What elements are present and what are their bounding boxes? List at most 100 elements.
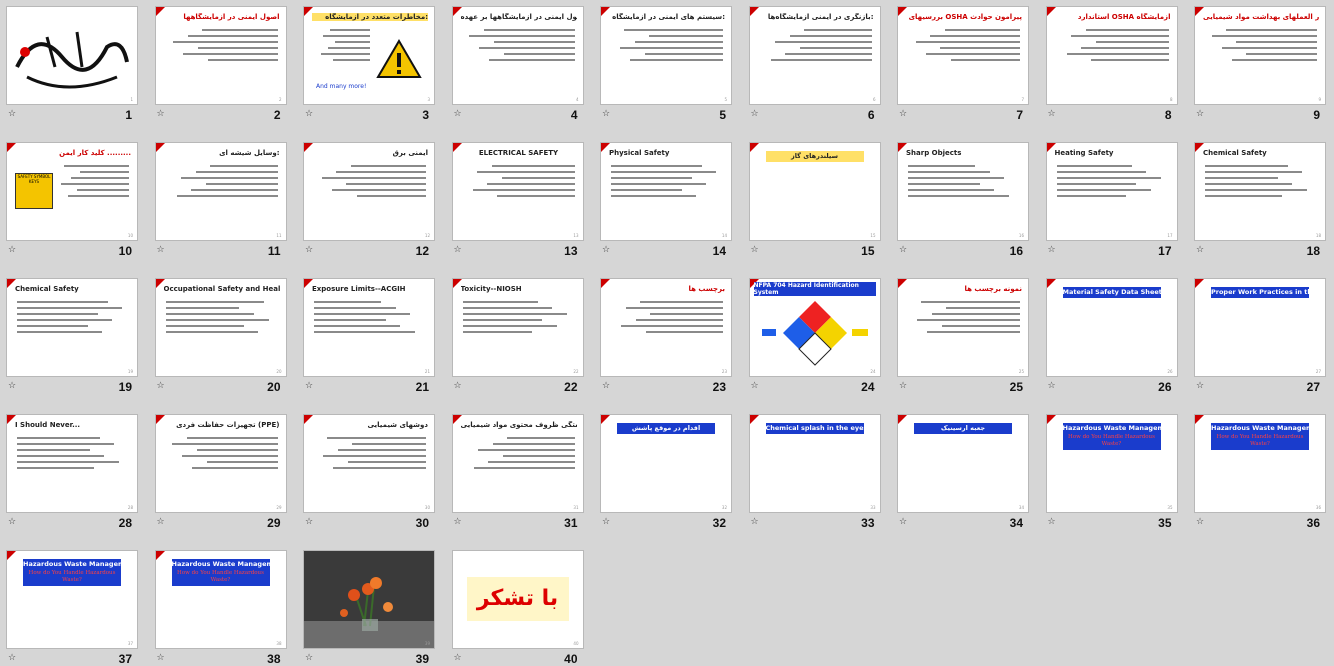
star-icon[interactable]: ☆ bbox=[305, 110, 314, 119]
star-icon[interactable]: ☆ bbox=[157, 518, 166, 527]
slide-thumbnail-cell[interactable]: Heating Safety 17 ☆ 17 bbox=[1042, 138, 1178, 258]
slide-thumbnail[interactable]: Sharp Objects 16 bbox=[897, 142, 1029, 241]
star-icon[interactable]: ☆ bbox=[602, 110, 611, 119]
slide-thumbnail[interactable]: ELECTRICAL SAFETY 13 bbox=[451, 142, 584, 241]
slide-thumbnail-cell[interactable]: دستور العملهای بهداشت مواد شیمیایی 9 ☆ 9 bbox=[1190, 2, 1326, 122]
slide-thumbnail-cell[interactable]: سیستم های ایمنی در آزمایشگاه: 5 ☆ 5 bbox=[596, 2, 732, 122]
slide-thumbnail-cell[interactable]: Sharp Objects 16 ☆ 16 bbox=[893, 138, 1029, 258]
star-icon[interactable]: ☆ bbox=[454, 110, 463, 119]
slide-thumbnail-cell[interactable]: کلید کار ایمن ......... SAFETY SYMBOL KEY… bbox=[2, 138, 138, 258]
slide-thumbnail[interactable]: مخاطرات متعدد در آزمایشگاه: And many more… bbox=[303, 6, 435, 105]
slide-thumbnail-cell[interactable]: استاندارد OSHA آزمایشگاه 8 ☆ 8 bbox=[1042, 2, 1178, 122]
star-icon[interactable]: ☆ bbox=[305, 654, 314, 663]
star-icon[interactable]: ☆ bbox=[1196, 518, 1205, 527]
slide-thumbnail-cell[interactable]: I Should Never... 28 ☆ 28 bbox=[2, 410, 138, 530]
star-icon[interactable]: ☆ bbox=[454, 382, 463, 391]
slide-thumbnail[interactable]: کلید کار ایمن ......... SAFETY SYMBOL KEY… bbox=[6, 142, 138, 241]
slide-thumbnail[interactable]: Exposure Limits--ACGIH 21 bbox=[303, 278, 435, 377]
slide-thumbnail-cell[interactable]: Chemical splash in the eyes! 33 ☆ 33 bbox=[745, 410, 881, 530]
slide-thumbnail[interactable]: سیستم های ایمنی در آزمایشگاه: 5 bbox=[600, 6, 732, 105]
star-icon[interactable]: ☆ bbox=[899, 110, 908, 119]
slide-thumbnail[interactable]: برچسب ها 23 bbox=[600, 278, 732, 377]
slide-thumbnail[interactable]: Heating Safety 17 bbox=[1045, 142, 1178, 241]
slide-thumbnail-cell[interactable]: 1 ☆ 1 bbox=[2, 2, 138, 122]
slide-thumbnail[interactable]: I Should Never... 28 bbox=[6, 414, 138, 513]
star-icon[interactable]: ☆ bbox=[751, 382, 760, 391]
star-icon[interactable]: ☆ bbox=[305, 518, 314, 527]
slide-thumbnail[interactable]: جعبه ارسینیک 34 bbox=[897, 414, 1029, 513]
slide-thumbnail[interactable]: Hazardous Waste ManagementHow do You Han… bbox=[154, 550, 287, 649]
slide-thumbnail[interactable]: Occupational Safety and Health Administr… bbox=[154, 278, 287, 377]
star-icon[interactable]: ☆ bbox=[157, 110, 166, 119]
slide-thumbnail[interactable]: تجهیزات حفاظت فردی (PPE) 29 bbox=[154, 414, 287, 513]
slide-thumbnail[interactable]: رعایت اصول ایمنی در آزمایشگاهها بر عهده 4 bbox=[451, 6, 584, 105]
slide-thumbnail-cell[interactable]: راهنمای ایمنی در موارد ریختن و یا شکستگی… bbox=[448, 410, 584, 530]
slide-thumbnail-cell[interactable]: Exposure Limits--ACGIH 21 ☆ 21 bbox=[299, 274, 435, 394]
slide-thumbnail[interactable]: سیلندرهای گاز 15 bbox=[748, 142, 881, 241]
slide-thumbnail-cell[interactable]: دوشهای شیمیایی 30 ☆ 30 bbox=[299, 410, 435, 530]
star-icon[interactable]: ☆ bbox=[1048, 382, 1057, 391]
star-icon[interactable]: ☆ bbox=[751, 246, 760, 255]
slide-thumbnail[interactable]: Hazardous Waste ManagementHow do You Han… bbox=[1194, 414, 1326, 513]
slide-thumbnail-cell[interactable]: ایمنی برق 12 ☆ 12 bbox=[299, 138, 435, 258]
slide-thumbnail-cell[interactable]: وسایل شیشه ای: 11 ☆ 11 bbox=[151, 138, 287, 258]
slide-thumbnail[interactable]: Chemical splash in the eyes! 33 bbox=[748, 414, 881, 513]
slide-thumbnail[interactable]: اقدام در موقع پاشش 32 bbox=[600, 414, 732, 513]
star-icon[interactable]: ☆ bbox=[157, 246, 166, 255]
slide-thumbnail[interactable]: وسایل شیشه ای: 11 bbox=[154, 142, 287, 241]
slide-thumbnail-cell[interactable]: اصول ایمنی در آزمایشگاهها 2 ☆ 2 bbox=[151, 2, 287, 122]
slide-thumbnail[interactable]: Physical Safety 14 bbox=[600, 142, 732, 241]
star-icon[interactable]: ☆ bbox=[751, 518, 760, 527]
slide-thumbnail[interactable]: Hazardous Waste ManagementHow do You Han… bbox=[6, 550, 138, 649]
slide-thumbnail-cell[interactable]: Chemical Safety 19 ☆ 19 bbox=[2, 274, 138, 394]
slide-thumbnail-cell[interactable]: نمونه برچسب ها 25 ☆ 25 bbox=[893, 274, 1029, 394]
star-icon[interactable]: ☆ bbox=[899, 246, 908, 255]
slide-thumbnail-cell[interactable]: جعبه ارسینیک 34 ☆ 34 bbox=[893, 410, 1029, 530]
slide-thumbnail[interactable]: اصول ایمنی در آزمایشگاهها 2 bbox=[154, 6, 287, 105]
slide-thumbnail[interactable]: 39 bbox=[303, 550, 435, 649]
slide-thumbnail[interactable]: راهنمای ایمنی در موارد ریختن و یا شکستگی… bbox=[451, 414, 584, 513]
slide-thumbnail[interactable]: با تشکر 40 bbox=[451, 550, 584, 649]
slide-thumbnail-cell[interactable]: Material Safety Data Sheets 26 ☆ 26 bbox=[1042, 274, 1178, 394]
slide-thumbnail[interactable]: دستور العملهای بهداشت مواد شیمیایی 9 bbox=[1194, 6, 1326, 105]
slide-thumbnail-cell[interactable]: NFPA 704 Hazard Identification System 24 ☆… bbox=[745, 274, 881, 394]
slide-thumbnail[interactable]: Chemical Safety 19 bbox=[6, 278, 138, 377]
star-icon[interactable]: ☆ bbox=[602, 382, 611, 391]
slide-thumbnail-cell[interactable]: رعایت اصول ایمنی در آزمایشگاهها بر عهده 4… bbox=[448, 2, 584, 122]
slide-thumbnail[interactable]: 1 bbox=[6, 6, 138, 105]
slide-thumbnail-cell[interactable]: اقدام در موقع پاشش 32 ☆ 32 bbox=[596, 410, 732, 530]
slide-thumbnail-cell[interactable]: بررسیهای OSHA پیرامون حوادث 7 ☆ 7 bbox=[893, 2, 1029, 122]
slide-thumbnail-cell[interactable]: Hazardous Waste ManagementHow do You Han… bbox=[1042, 410, 1178, 530]
star-icon[interactable]: ☆ bbox=[751, 110, 760, 119]
star-icon[interactable]: ☆ bbox=[157, 654, 166, 663]
star-icon[interactable]: ☆ bbox=[1196, 246, 1205, 255]
star-icon[interactable]: ☆ bbox=[1048, 246, 1057, 255]
star-icon[interactable]: ☆ bbox=[305, 382, 314, 391]
star-icon[interactable]: ☆ bbox=[157, 382, 166, 391]
slide-thumbnail[interactable]: استاندارد OSHA آزمایشگاه 8 bbox=[1045, 6, 1178, 105]
slide-thumbnail[interactable]: NFPA 704 Hazard Identification System 24 bbox=[748, 278, 881, 377]
star-icon[interactable]: ☆ bbox=[454, 518, 463, 527]
slide-thumbnail[interactable]: ایمنی برق 12 bbox=[303, 142, 435, 241]
star-icon[interactable]: ☆ bbox=[305, 246, 314, 255]
slide-thumbnail-cell[interactable]: تجهیزات حفاظت فردی (PPE) 29 ☆ 29 bbox=[151, 410, 287, 530]
slide-thumbnail-cell[interactable]: Chemical Safety 18 ☆ 18 bbox=[1190, 138, 1326, 258]
slide-thumbnail-cell[interactable]: با تشکر 40 ☆ 40 bbox=[448, 546, 584, 666]
star-icon[interactable]: ☆ bbox=[454, 246, 463, 255]
star-icon[interactable]: ☆ bbox=[8, 246, 17, 255]
star-icon[interactable]: ☆ bbox=[1196, 382, 1205, 391]
slide-thumbnail-cell[interactable]: 39 ☆ 39 bbox=[299, 546, 435, 666]
star-icon[interactable]: ☆ bbox=[899, 382, 908, 391]
slide-thumbnail-cell[interactable]: مخاطرات متعدد در آزمایشگاه: And many more… bbox=[299, 2, 435, 122]
star-icon[interactable]: ☆ bbox=[8, 382, 17, 391]
slide-thumbnail-cell[interactable]: Proper Work Practices in the Laboratory 2… bbox=[1190, 274, 1326, 394]
slide-thumbnail-cell[interactable]: Hazardous Waste ManagementHow do You Han… bbox=[151, 546, 287, 666]
slide-thumbnail-cell[interactable]: بازنگری در ایمنی آزمایشگاه‌ها: 6 ☆ 6 bbox=[745, 2, 881, 122]
slide-thumbnail-cell[interactable]: Occupational Safety and Health Administr… bbox=[151, 274, 287, 394]
slide-thumbnail[interactable]: دوشهای شیمیایی 30 bbox=[303, 414, 435, 513]
slide-thumbnail-cell[interactable]: ELECTRICAL SAFETY 13 ☆ 13 bbox=[448, 138, 584, 258]
slide-thumbnail-cell[interactable]: Physical Safety 14 ☆ 14 bbox=[596, 138, 732, 258]
slide-thumbnail[interactable]: Proper Work Practices in the Laboratory 2… bbox=[1194, 278, 1326, 377]
slide-thumbnail[interactable]: Material Safety Data Sheets 26 bbox=[1045, 278, 1178, 377]
star-icon[interactable]: ☆ bbox=[1048, 518, 1057, 527]
